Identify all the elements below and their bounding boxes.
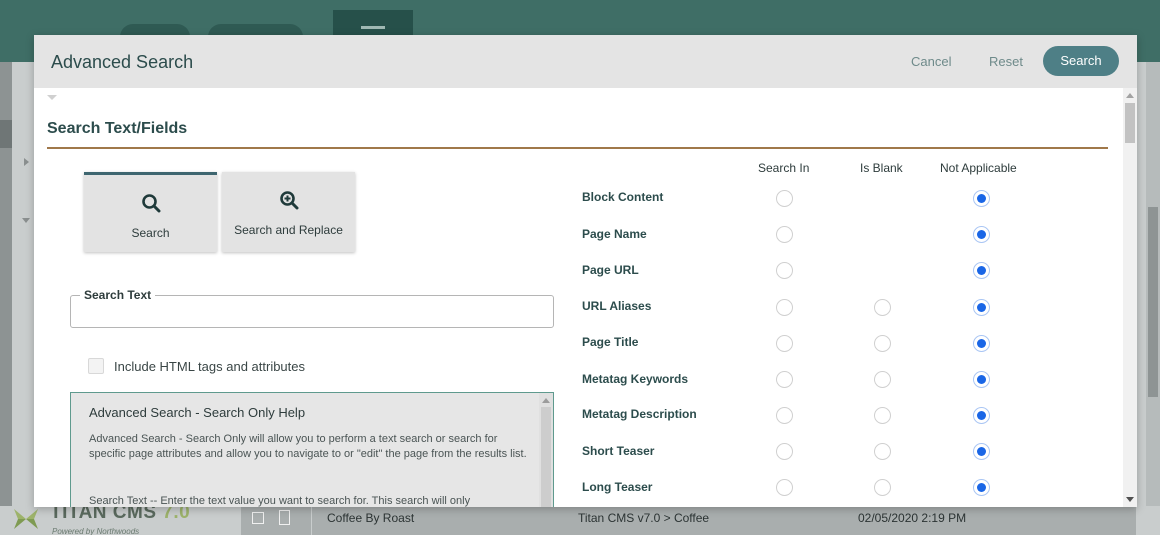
search-in-radio[interactable] (776, 443, 793, 460)
search-in-radio[interactable] (776, 407, 793, 424)
field-label: Block Content (582, 190, 664, 204)
search-icon (141, 194, 160, 213)
row-page-name: Coffee By Roast (327, 511, 415, 525)
field-label: Short Teaser (582, 444, 655, 458)
is-blank-radio[interactable] (874, 479, 891, 496)
field-label: URL Aliases (582, 299, 652, 313)
search-in-radio[interactable] (776, 299, 793, 316)
leaf-logo-icon (14, 509, 38, 529)
field-label: Metatag Description (582, 407, 697, 421)
row-path-separator: > (660, 511, 674, 525)
collapse-arrow-icon[interactable] (22, 218, 30, 223)
search-text-input[interactable] (72, 307, 550, 325)
scroll-down-icon[interactable] (1126, 497, 1134, 502)
page-document-icon (279, 510, 290, 525)
app-side-panel (0, 62, 12, 535)
help-title: Advanced Search - Search Only Help (89, 405, 306, 420)
cancel-button[interactable]: Cancel (911, 54, 951, 69)
section-divider (47, 147, 1108, 149)
search-mode-tile[interactable]: Search (84, 172, 217, 252)
scroll-up-icon[interactable] (542, 398, 550, 403)
search-text-legend: Search Text (80, 288, 156, 302)
row-checkbox[interactable] (252, 512, 264, 524)
not-applicable-radio[interactable] (973, 335, 990, 352)
zoom-in-icon (279, 191, 298, 210)
reset-button[interactable]: Reset (989, 54, 1023, 69)
search-in-radio[interactable] (776, 371, 793, 388)
modal-scrollbar[interactable] (1123, 88, 1137, 507)
search-in-radio[interactable] (776, 226, 793, 243)
collapse-caret-icon[interactable] (47, 95, 57, 100)
search-in-radio[interactable] (776, 190, 793, 207)
help-panel: Advanced Search - Search Only Help Advan… (70, 392, 554, 507)
column-header-search-in: Search In (758, 161, 810, 175)
search-mode-label: Search (131, 226, 170, 240)
row-path-leaf-link[interactable]: Coffee (674, 511, 709, 525)
search-button[interactable]: Search (1043, 46, 1119, 76)
is-blank-radio[interactable] (874, 443, 891, 460)
field-label: Page Name (582, 227, 647, 241)
table-divider (311, 507, 312, 535)
row-date: 02/05/2020 2:19 PM (858, 511, 967, 525)
search-and-replace-mode-tile[interactable]: Search and Replace (222, 172, 355, 252)
is-blank-radio[interactable] (874, 335, 891, 352)
not-applicable-radio[interactable] (973, 262, 990, 279)
row-path-root-link[interactable]: Titan CMS v7.0 (578, 511, 660, 525)
advanced-search-modal: Advanced Search Cancel Reset Search Sear… (34, 35, 1137, 507)
not-applicable-radio[interactable] (973, 407, 990, 424)
field-label: Page Title (582, 335, 639, 349)
is-blank-radio[interactable] (874, 371, 891, 388)
help-paragraph: Advanced Search - Search Only will allow… (89, 433, 527, 460)
include-html-checkbox[interactable] (88, 358, 104, 374)
logo-tagline: Powered by Northwoods (52, 527, 140, 535)
is-blank-radio[interactable] (874, 407, 891, 424)
not-applicable-radio[interactable] (973, 479, 990, 496)
column-header-not-applicable: Not Applicable (940, 161, 1017, 175)
app-scrollbar[interactable] (1146, 62, 1160, 535)
app-scrollbar-thumb[interactable] (1148, 207, 1158, 397)
side-panel-row[interactable] (0, 120, 12, 148)
field-label: Page URL (582, 263, 639, 277)
search-in-radio[interactable] (776, 262, 793, 279)
help-scrollbar[interactable] (539, 393, 553, 507)
help-paragraph: Search Text -- Enter the text value you … (89, 495, 471, 507)
not-applicable-radio[interactable] (973, 190, 990, 207)
scroll-up-icon[interactable] (1126, 93, 1134, 98)
not-applicable-radio[interactable] (973, 443, 990, 460)
include-html-label: Include HTML tags and attributes (114, 359, 306, 374)
search-in-radio[interactable] (776, 479, 793, 496)
expand-arrow-icon[interactable] (24, 158, 29, 166)
not-applicable-radio[interactable] (973, 299, 990, 316)
is-blank-radio[interactable] (874, 299, 891, 316)
field-label: Metatag Keywords (582, 372, 689, 386)
modal-scrollbar-thumb[interactable] (1125, 103, 1135, 143)
modal-header: Advanced Search Cancel Reset Search (34, 35, 1137, 88)
search-and-replace-mode-label: Search and Replace (234, 223, 343, 237)
section-title: Search Text/Fields (47, 120, 188, 137)
not-applicable-radio[interactable] (973, 371, 990, 388)
field-label: Long Teaser (582, 480, 653, 494)
titan-cms-logo: TITAN CMS 7.0 Powered by Northwoods (12, 503, 190, 535)
search-in-radio[interactable] (776, 335, 793, 352)
column-header-is-blank: Is Blank (860, 161, 903, 175)
row-path: Titan CMS v7.0 > Coffee (578, 511, 709, 525)
modal-title: Advanced Search (51, 52, 194, 72)
help-scrollbar-thumb[interactable] (541, 407, 551, 507)
not-applicable-radio[interactable] (973, 226, 990, 243)
